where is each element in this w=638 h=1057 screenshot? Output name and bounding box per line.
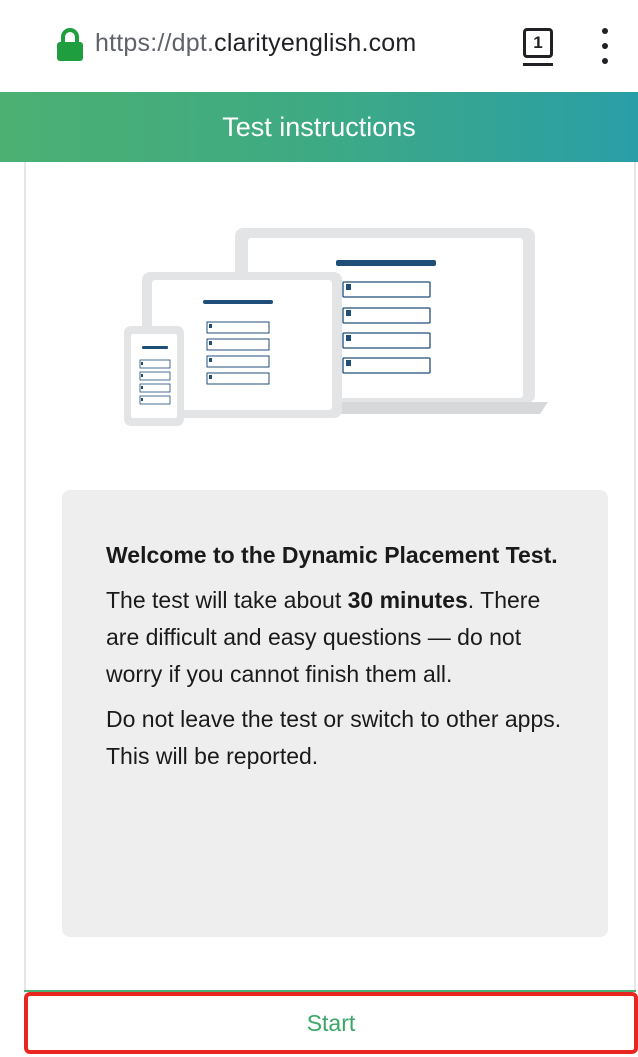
duration-text-after: . bbox=[467, 587, 475, 613]
url-domain: clarityenglish.com bbox=[214, 29, 417, 57]
page-border-left bbox=[24, 162, 26, 992]
page-title: Test instructions bbox=[222, 111, 416, 142]
url-prefix: https://dpt. bbox=[95, 29, 215, 57]
start-button[interactable]: Start bbox=[24, 992, 638, 1054]
page-border-right bbox=[634, 162, 636, 992]
tab-switcher-button[interactable]: 1 bbox=[523, 28, 553, 58]
duration-value: 30 minutes bbox=[347, 587, 468, 613]
more-vert-icon[interactable] bbox=[598, 28, 612, 64]
tab-switcher-underline bbox=[523, 63, 553, 66]
page-header: Test instructions bbox=[0, 92, 638, 162]
instructions-card: Welcome to the Dynamic Placement Test. T… bbox=[62, 490, 608, 937]
devices-illustration bbox=[124, 228, 548, 426]
url-text[interactable]: https://dpt.clarityenglish.com bbox=[95, 29, 416, 58]
warning-paragraph: Do not leave the test or switch to other… bbox=[106, 706, 562, 769]
duration-paragraph: The test will take about 30 minutes. The… bbox=[106, 582, 564, 693]
browser-address-bar: https://dpt.clarityenglish.com 1 bbox=[0, 0, 638, 92]
welcome-heading: Welcome to the Dynamic Placement Test. bbox=[106, 542, 558, 568]
lock-icon bbox=[57, 28, 83, 61]
start-button-label: Start bbox=[306, 1009, 356, 1036]
duration-text-before: The test will take about bbox=[106, 587, 348, 613]
phone-illustration bbox=[124, 326, 184, 426]
